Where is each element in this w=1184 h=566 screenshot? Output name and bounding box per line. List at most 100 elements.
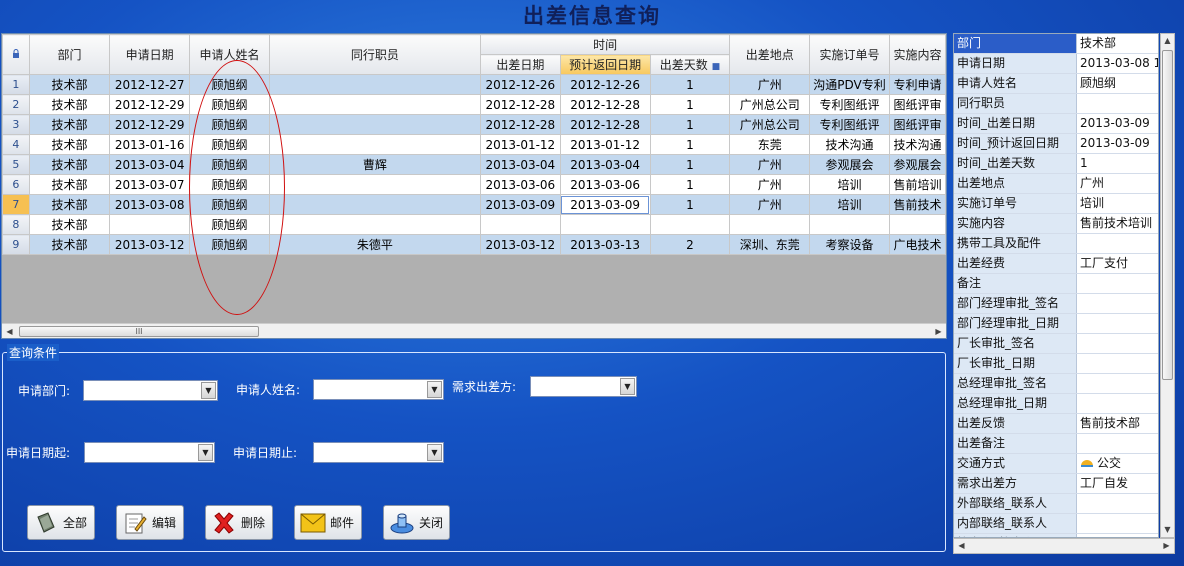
- col-header-content[interactable]: 实施内容: [888, 34, 946, 75]
- cell-apply-date[interactable]: 2013-03-12: [109, 234, 191, 255]
- details-horizontal-scrollbar[interactable]: ◀ ▶: [953, 538, 1175, 554]
- all-button[interactable]: 全部: [27, 505, 95, 540]
- property-row[interactable]: 交通方式 公交: [954, 454, 1158, 474]
- grid-corner-lock-icon[interactable]: [2, 34, 30, 75]
- results-grid[interactable]: 部门 申请日期 申请人姓名 同行职员 时间 出差地点 实施订单号 实施内容 出差…: [1, 33, 947, 339]
- cell-apply-date[interactable]: 2013-01-16: [109, 134, 191, 155]
- cell-name[interactable]: 顾旭纲: [189, 194, 270, 215]
- cell-days[interactable]: 1: [649, 174, 731, 195]
- property-row[interactable]: 需求出差方 工厂自发: [954, 474, 1158, 494]
- edit-button[interactable]: 编辑: [116, 505, 184, 540]
- cell-colleague[interactable]: [268, 94, 481, 115]
- col-header-place[interactable]: 出差地点: [729, 34, 811, 75]
- property-value[interactable]: 技术部: [1077, 34, 1158, 53]
- property-row[interactable]: 同行职员: [954, 94, 1158, 114]
- table-row[interactable]: 8 技术部 顾旭纲: [2, 214, 946, 235]
- property-row[interactable]: 备注: [954, 274, 1158, 294]
- chevron-down-icon[interactable]: ▼: [620, 378, 635, 395]
- row-number[interactable]: 8: [2, 214, 30, 235]
- property-value[interactable]: 顾旭纲: [1077, 74, 1158, 93]
- cell-start[interactable]: [479, 214, 561, 235]
- cell-apply-date[interactable]: [109, 214, 191, 235]
- property-value[interactable]: 工厂自发: [1077, 474, 1158, 493]
- cell-days[interactable]: 1: [649, 94, 731, 115]
- col-header-dept[interactable]: 部门: [28, 34, 111, 75]
- property-row[interactable]: 时间_出差天数 1: [954, 154, 1158, 174]
- property-row[interactable]: 总经理审批_日期: [954, 394, 1158, 414]
- close-button[interactable]: 关闭: [383, 505, 450, 540]
- cell-start[interactable]: 2012-12-28: [479, 94, 561, 115]
- cell-return[interactable]: 2012-12-26: [559, 74, 651, 95]
- scroll-left-icon[interactable]: ◀: [2, 324, 17, 338]
- property-value[interactable]: 工厂支付: [1077, 254, 1158, 273]
- col-header-return-date[interactable]: 预计返回日期: [559, 54, 651, 75]
- chevron-down-icon[interactable]: ▼: [198, 444, 213, 461]
- grid-horizontal-scrollbar[interactable]: ◀ III ▶: [2, 323, 946, 338]
- date-to-combo[interactable]: ▼: [313, 442, 444, 463]
- cell-dept[interactable]: 技术部: [28, 174, 111, 195]
- scroll-left-icon[interactable]: ◀: [954, 539, 969, 553]
- cell-days[interactable]: 1: [649, 194, 731, 215]
- cell-colleague[interactable]: [268, 134, 481, 155]
- cell-colleague[interactable]: 曹辉: [268, 154, 481, 175]
- cell-start[interactable]: 2012-12-28: [479, 114, 561, 135]
- cell-apply-date[interactable]: 2012-12-29: [109, 94, 191, 115]
- cell-name[interactable]: 顾旭纲: [189, 74, 270, 95]
- chevron-down-icon[interactable]: ▼: [427, 381, 442, 398]
- cell-place[interactable]: 广州总公司: [729, 114, 811, 135]
- property-row[interactable]: 时间_出差日期 2013-03-09: [954, 114, 1158, 134]
- row-number[interactable]: 6: [2, 174, 30, 195]
- property-value[interactable]: [1077, 334, 1158, 353]
- property-value[interactable]: [1077, 314, 1158, 333]
- cell-return[interactable]: [559, 214, 651, 235]
- cell-days[interactable]: 1: [649, 154, 731, 175]
- details-vertical-scrollbar[interactable]: ▲ ▼: [1160, 33, 1175, 538]
- cell-dept[interactable]: 技术部: [28, 74, 111, 95]
- property-row[interactable]: 厂长审批_签名: [954, 334, 1158, 354]
- property-row[interactable]: 厂长审批_日期: [954, 354, 1158, 374]
- cell-apply-date[interactable]: 2013-03-08: [109, 194, 191, 215]
- row-number[interactable]: 3: [2, 114, 30, 135]
- cell-name[interactable]: 顾旭纲: [189, 154, 270, 175]
- cell-place[interactable]: 广州: [729, 154, 811, 175]
- table-row[interactable]: 3 技术部 2012-12-29 顾旭纲 2012-12-28 2012-12-28 1 广州…: [2, 114, 946, 135]
- cell-order[interactable]: [809, 214, 890, 235]
- row-number[interactable]: 9: [2, 234, 30, 255]
- property-row[interactable]: 申请日期2013-03-08 17: [954, 54, 1158, 74]
- cell-start[interactable]: 2013-03-09: [479, 194, 561, 215]
- cell-start[interactable]: 2013-03-06: [479, 174, 561, 195]
- col-header-applicant[interactable]: 申请人姓名: [189, 34, 270, 75]
- scroll-up-icon[interactable]: ▲: [1161, 34, 1174, 48]
- cell-start[interactable]: 2013-01-12: [479, 134, 561, 155]
- table-row[interactable]: 9 技术部 2013-03-12 顾旭纲 朱德平 2013-03-12 2013-03-13…: [2, 234, 946, 255]
- row-number[interactable]: 7: [2, 194, 30, 215]
- property-row[interactable]: 出差备注: [954, 434, 1158, 454]
- row-number[interactable]: 5: [2, 154, 30, 175]
- cell-content[interactable]: 售前培训: [888, 174, 946, 195]
- table-row[interactable]: 6 技术部 2013-03-07 顾旭纲 2013-03-06 2013-03-06 1 广州…: [2, 174, 946, 195]
- row-number[interactable]: 4: [2, 134, 30, 155]
- cell-colleague[interactable]: [268, 174, 481, 195]
- cell-name[interactable]: 顾旭纲: [189, 214, 270, 235]
- cell-days[interactable]: 1: [649, 74, 731, 95]
- cell-apply-date[interactable]: 2013-03-07: [109, 174, 191, 195]
- delete-button[interactable]: 删除: [205, 505, 273, 540]
- mail-button[interactable]: 邮件: [294, 505, 362, 540]
- chevron-down-icon[interactable]: ▼: [201, 382, 216, 399]
- cell-dept[interactable]: 技术部: [28, 154, 111, 175]
- property-row[interactable]: 外部联络_联系人: [954, 494, 1158, 514]
- cell-return[interactable]: 2013-01-12: [559, 134, 651, 155]
- property-value[interactable]: 2013-03-08 17: [1077, 54, 1158, 73]
- cell-place[interactable]: 广州: [729, 174, 811, 195]
- cell-name[interactable]: 顾旭纲: [189, 114, 270, 135]
- cell-place[interactable]: 广州: [729, 194, 811, 215]
- cell-content[interactable]: 图纸评审: [888, 94, 946, 115]
- cell-apply-date[interactable]: 2013-03-04: [109, 154, 191, 175]
- cell-colleague[interactable]: [268, 114, 481, 135]
- cell-start[interactable]: 2013-03-12: [479, 234, 561, 255]
- scroll-thumb[interactable]: III: [19, 326, 259, 337]
- cell-content[interactable]: 技术沟通: [888, 134, 946, 155]
- row-number[interactable]: 2: [2, 94, 30, 115]
- cell-colleague[interactable]: 朱德平: [268, 234, 481, 255]
- col-header-colleague[interactable]: 同行职员: [268, 34, 481, 75]
